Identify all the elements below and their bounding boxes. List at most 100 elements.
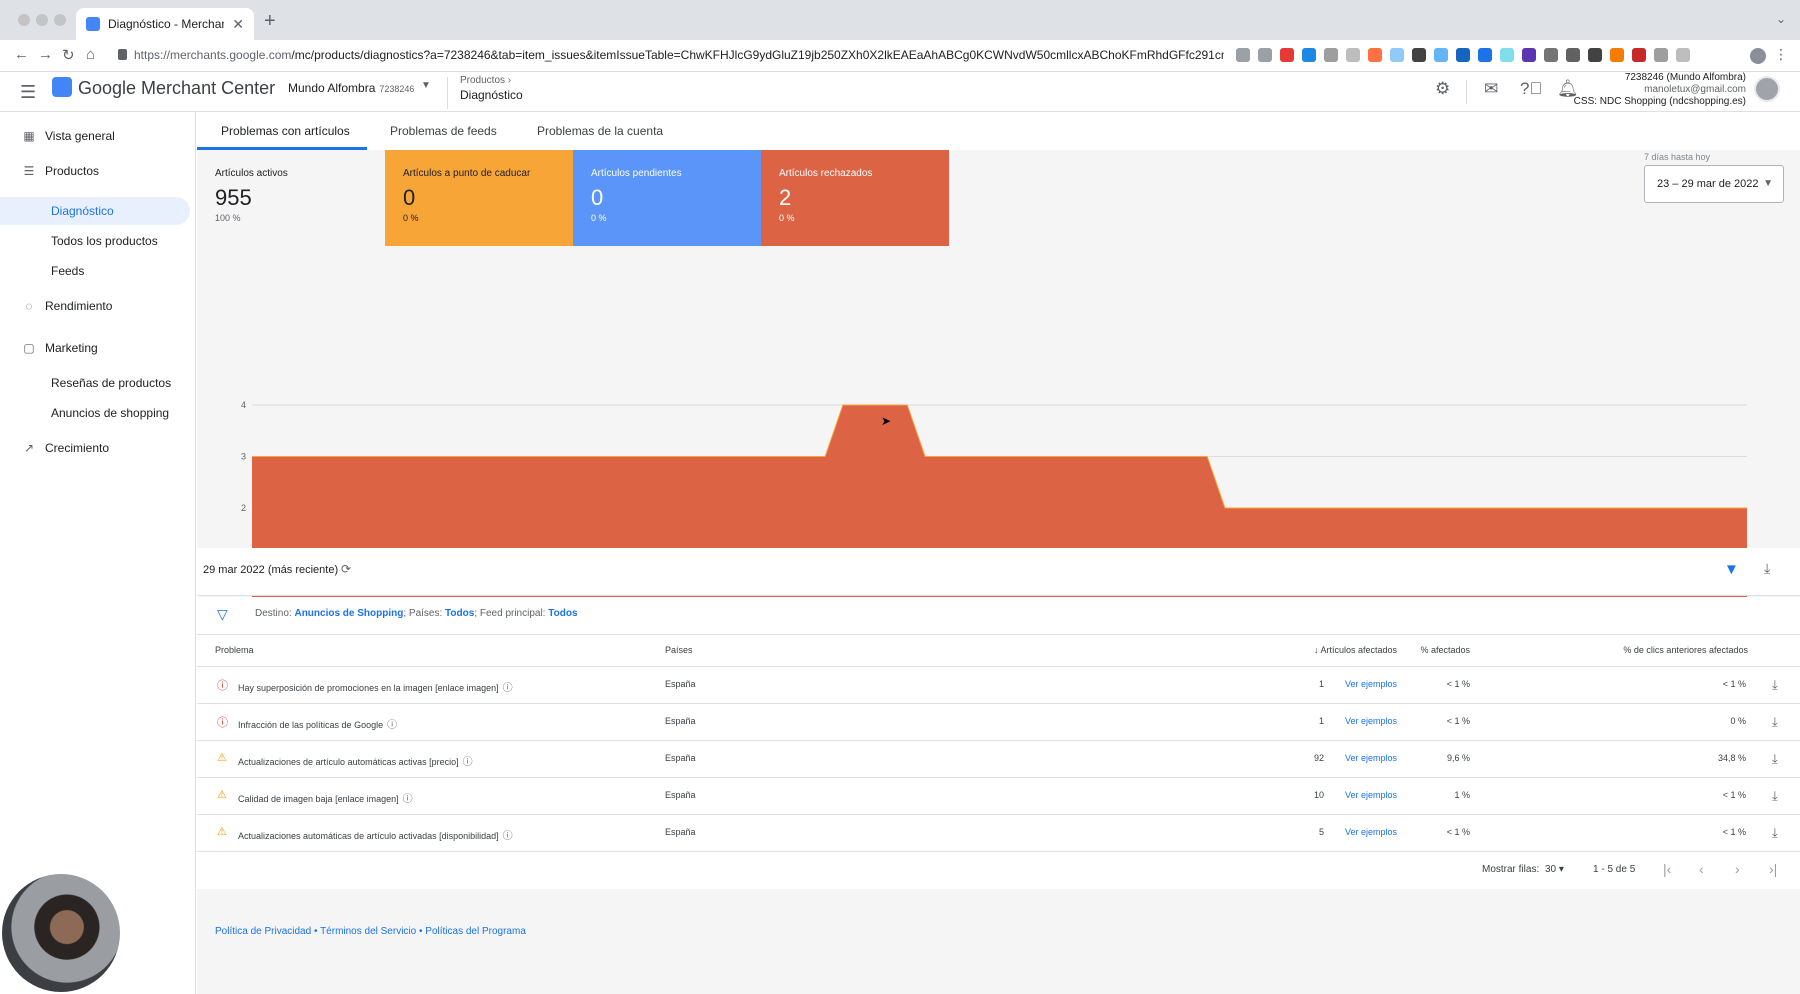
extension-icon[interactable] [1632, 48, 1646, 62]
extension-icon[interactable] [1522, 48, 1536, 62]
url-field[interactable]: https://merchants.google.com/mc/products… [134, 48, 1224, 62]
sidebar-item-crecimiento[interactable]: ↗ Crecimiento [0, 433, 190, 463]
kpi-expiring[interactable]: Artículos a punto de caducar 0 0 % [385, 150, 573, 246]
download-icon[interactable]: ⤓ [1764, 560, 1770, 577]
extension-icon[interactable] [1566, 48, 1580, 62]
ver-ejemplos-link[interactable]: Ver ejemplos [1345, 827, 1397, 837]
filter-icon[interactable]: ▼ [1724, 561, 1739, 578]
row-download-icon[interactable]: ⤓ [1772, 788, 1778, 804]
next-page-icon[interactable]: › [1735, 861, 1740, 877]
filter-funnel-icon[interactable]: ▽ [217, 606, 228, 623]
window-minimize-dot[interactable] [36, 14, 48, 26]
extension-icon[interactable] [1302, 48, 1316, 62]
sidebar-item-diagnostico[interactable]: Diagnóstico [0, 197, 190, 225]
extension-icon[interactable] [1456, 48, 1470, 62]
last-page-icon[interactable]: ›| [1769, 861, 1777, 877]
browser-tab[interactable]: Diagnóstico - Merchant Center ✕ [76, 8, 254, 40]
terms-link[interactable]: Términos del Servicio [320, 926, 416, 937]
row-download-icon[interactable]: ⤓ [1772, 714, 1778, 730]
window-close-dot[interactable] [18, 14, 30, 26]
extensions-puzzle-icon[interactable] [1654, 48, 1668, 62]
extension-icon[interactable] [1478, 48, 1492, 62]
account-caret-icon[interactable]: ▼ [421, 80, 431, 91]
ver-ejemplos-link[interactable]: Ver ejemplos [1345, 679, 1397, 689]
col-header-articulos-afectados[interactable]: ↓ Artículos afectados [1314, 645, 1397, 655]
avatar[interactable] [1754, 76, 1780, 102]
tab-search-chevron-icon[interactable]: ⌄ [1776, 12, 1786, 26]
row-download-icon[interactable]: ⤓ [1772, 677, 1778, 693]
sidebar-item-anuncios-shopping[interactable]: Anuncios de shopping [0, 399, 190, 427]
table-row[interactable]: ⚠ Actualizaciones de artículo automática… [197, 740, 1800, 777]
kpi-rejected[interactable]: Artículos rechazados 2 0 % [761, 150, 949, 246]
help-icon[interactable]: ⓘ [503, 683, 513, 694]
share-icon[interactable] [1236, 48, 1250, 62]
row-download-icon[interactable]: ⤓ [1772, 825, 1778, 841]
row-download-icon[interactable]: ⤓ [1772, 751, 1778, 767]
back-icon[interactable]: ← [14, 46, 29, 63]
browser-profile-icon[interactable] [1750, 48, 1766, 64]
table-row[interactable]: ⚠ Actualizaciones automáticas de artícul… [197, 814, 1800, 851]
user-account-info[interactable]: 7238246 (Mundo Alfombra) manoletux@gmail… [1574, 72, 1746, 108]
table-row[interactable]: ⓘ Hay superposición de promociones en la… [197, 666, 1800, 703]
extension-icon[interactable] [1544, 48, 1558, 62]
ver-ejemplos-link[interactable]: Ver ejemplos [1345, 753, 1397, 763]
tab-problemas-cuenta[interactable]: Problemas de la cuenta [537, 112, 663, 150]
extension-icon[interactable] [1368, 48, 1382, 62]
privacy-link[interactable]: Política de Privacidad [215, 926, 311, 937]
col-header-paises[interactable]: Países [665, 645, 693, 655]
extension-opera-icon[interactable] [1280, 48, 1294, 62]
forward-icon[interactable]: → [38, 46, 53, 63]
extension-icon[interactable] [1588, 48, 1602, 62]
star-icon[interactable] [1258, 48, 1272, 62]
help-icon[interactable]: ⓘ [387, 720, 397, 731]
tab-problemas-feeds[interactable]: Problemas de feeds [390, 112, 497, 150]
help-icon[interactable]: ⓘ [503, 831, 513, 842]
sidebar-item-resenas[interactable]: Reseñas de productos [0, 369, 190, 397]
program-policies-link[interactable]: Políticas del Programa [425, 926, 526, 937]
help-icon[interactable]: ⓘ [463, 757, 473, 768]
home-icon[interactable]: ⌂ [86, 46, 95, 63]
settings-gear-icon[interactable]: ⚙ [1435, 79, 1450, 99]
kpi-pending[interactable]: Artículos pendientes 0 0 % [573, 150, 761, 246]
sidebar-item-vista-general[interactable]: ▦ Vista general [0, 121, 190, 151]
sidebar-item-marketing[interactable]: ▢ Marketing [0, 333, 190, 363]
sidebar-item-productos[interactable]: ☰ Productos [0, 156, 190, 186]
sidebar-item-feeds[interactable]: Feeds [0, 257, 190, 285]
extension-icon[interactable] [1434, 48, 1448, 62]
new-tab-icon[interactable]: + [264, 10, 276, 33]
date-range-select[interactable]: 23 – 29 mar de 2022 ▼ [1644, 165, 1784, 203]
extension-icon[interactable] [1412, 48, 1426, 62]
table-row[interactable]: ⓘ Infracción de las políticas de Google ⓘ… [197, 703, 1800, 740]
hamburger-menu-icon[interactable]: ☰ [20, 82, 36, 103]
sidebar-toggle-icon[interactable] [1676, 48, 1690, 62]
breadcrumb-parent[interactable]: Productos › [460, 75, 511, 86]
filter-bar[interactable]: ▽ Destino: Anuncios de Shopping; Países:… [197, 597, 1800, 635]
sidebar-item-todos-los-productos[interactable]: Todos los productos [0, 227, 190, 255]
ver-ejemplos-link[interactable]: Ver ejemplos [1345, 716, 1397, 726]
mail-icon[interactable]: ✉ [1484, 79, 1498, 99]
first-page-icon[interactable]: |‹ [1663, 861, 1671, 877]
tab-problemas-articulos[interactable]: Problemas con artículos [221, 112, 350, 150]
sidebar-item-rendimiento[interactable]: ◌ Rendimiento [0, 291, 190, 321]
browser-menu-icon[interactable]: ⋮ [1774, 46, 1788, 63]
account-switcher[interactable]: Mundo Alfombra 7238246 [288, 81, 414, 95]
extension-icon[interactable] [1500, 48, 1514, 62]
previous-page-icon[interactable]: ‹ [1699, 861, 1704, 877]
help-icon[interactable]: ⓘ [403, 794, 413, 805]
extension-icon[interactable] [1346, 48, 1360, 62]
help-icon[interactable]: ?⃝ [1520, 79, 1542, 99]
col-header-problema[interactable]: Problema [215, 645, 254, 655]
filter-summary[interactable]: Destino: Anuncios de Shopping; Países: T… [255, 608, 578, 619]
col-header-pct-clics[interactable]: % de clics anteriores afectados [1623, 645, 1748, 655]
refresh-icon[interactable]: ⟳ [341, 562, 351, 576]
table-row[interactable]: ⚠ Calidad de imagen baja [enlace imagen]… [197, 777, 1800, 814]
ver-ejemplos-link[interactable]: Ver ejemplos [1345, 790, 1397, 800]
close-tab-icon[interactable]: ✕ [232, 16, 244, 33]
extension-metamask-icon[interactable] [1610, 48, 1624, 62]
extension-icon[interactable] [1390, 48, 1404, 62]
col-header-pct-afectados[interactable]: % afectados [1420, 645, 1470, 655]
kpi-active[interactable]: Artículos activos 955 100 % [197, 150, 385, 246]
extension-camera-icon[interactable] [1324, 48, 1338, 62]
window-maximize-dot[interactable] [54, 14, 66, 26]
reload-icon[interactable]: ↻ [62, 46, 75, 64]
